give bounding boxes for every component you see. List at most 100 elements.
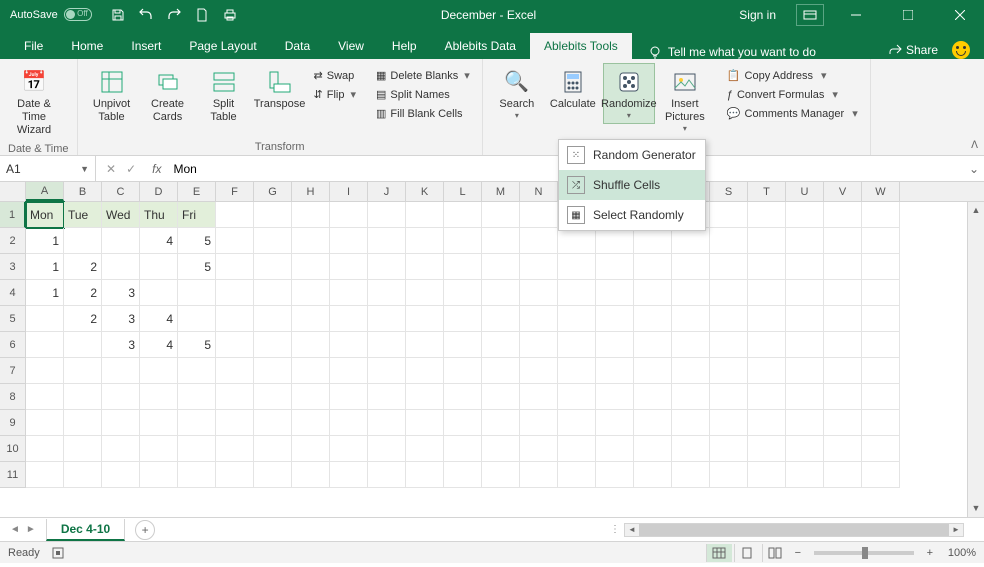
cell[interactable]	[254, 358, 292, 384]
cell[interactable]	[558, 306, 596, 332]
cell[interactable]	[292, 436, 330, 462]
cell[interactable]	[634, 254, 672, 280]
cell[interactable]	[482, 384, 520, 410]
tab-ablebits-tools[interactable]: Ablebits Tools	[530, 33, 632, 59]
cell[interactable]	[824, 202, 862, 228]
convert-formulas-button[interactable]: ƒConvert Formulas▾	[723, 86, 862, 103]
cell[interactable]	[140, 436, 178, 462]
cell[interactable]	[444, 358, 482, 384]
cell[interactable]	[368, 254, 406, 280]
cell[interactable]	[482, 306, 520, 332]
cell[interactable]	[330, 384, 368, 410]
cell[interactable]	[406, 462, 444, 488]
zoom-in-button[interactable]: +	[922, 547, 938, 559]
cell[interactable]	[330, 202, 368, 228]
cell[interactable]	[634, 384, 672, 410]
cell[interactable]	[634, 410, 672, 436]
cell[interactable]	[672, 462, 710, 488]
normal-view-icon[interactable]	[706, 544, 732, 562]
cell[interactable]	[862, 462, 900, 488]
cell[interactable]: 3	[102, 332, 140, 358]
cell[interactable]	[824, 306, 862, 332]
cell[interactable]	[824, 254, 862, 280]
cell[interactable]	[64, 462, 102, 488]
random-generator-item[interactable]: ⁙ Random Generator	[559, 140, 705, 170]
cell[interactable]	[254, 384, 292, 410]
shuffle-cells-item[interactable]: ⤮ Shuffle Cells	[559, 170, 705, 200]
cell[interactable]	[330, 280, 368, 306]
column-header[interactable]: H	[292, 182, 330, 201]
cell[interactable]: 2	[64, 306, 102, 332]
cell[interactable]	[672, 280, 710, 306]
cell[interactable]	[140, 358, 178, 384]
split-names-button[interactable]: ▤Split Names	[372, 86, 474, 103]
cell[interactable]: 5	[178, 254, 216, 280]
cell[interactable]: Tue	[64, 202, 102, 228]
cell[interactable]	[406, 358, 444, 384]
cell[interactable]	[368, 280, 406, 306]
macro-record-icon[interactable]	[52, 547, 64, 559]
cell[interactable]	[254, 202, 292, 228]
cell[interactable]	[140, 254, 178, 280]
cell[interactable]	[140, 410, 178, 436]
cell[interactable]	[216, 410, 254, 436]
swap-button[interactable]: ⇄Swap	[310, 67, 360, 84]
cell[interactable]	[634, 306, 672, 332]
cell[interactable]	[748, 332, 786, 358]
cell[interactable]	[634, 462, 672, 488]
cell[interactable]	[102, 410, 140, 436]
column-header[interactable]: L	[444, 182, 482, 201]
cell[interactable]	[368, 384, 406, 410]
tab-file[interactable]: File	[10, 33, 57, 59]
cell[interactable]	[216, 254, 254, 280]
cell[interactable]	[558, 228, 596, 254]
cell[interactable]	[140, 384, 178, 410]
cell[interactable]	[292, 462, 330, 488]
cell[interactable]	[406, 384, 444, 410]
cell[interactable]	[786, 384, 824, 410]
cell[interactable]	[672, 436, 710, 462]
cell[interactable]	[444, 228, 482, 254]
cell[interactable]	[672, 306, 710, 332]
cell[interactable]	[862, 202, 900, 228]
cell[interactable]	[102, 358, 140, 384]
cell[interactable]	[26, 384, 64, 410]
cell[interactable]	[558, 462, 596, 488]
cell[interactable]	[444, 332, 482, 358]
scroll-down-icon[interactable]: ▼	[968, 500, 984, 517]
cell[interactable]	[482, 332, 520, 358]
page-layout-view-icon[interactable]	[734, 544, 760, 562]
cell[interactable]	[634, 228, 672, 254]
cell[interactable]	[216, 462, 254, 488]
cell[interactable]	[178, 384, 216, 410]
cell[interactable]	[482, 228, 520, 254]
cell[interactable]	[330, 358, 368, 384]
vertical-scrollbar[interactable]: ▲ ▼	[967, 202, 984, 517]
cell[interactable]	[406, 254, 444, 280]
cell[interactable]	[748, 462, 786, 488]
cell[interactable]	[824, 384, 862, 410]
cell[interactable]	[824, 332, 862, 358]
cell[interactable]	[216, 280, 254, 306]
cell[interactable]: 3	[102, 280, 140, 306]
column-header[interactable]: T	[748, 182, 786, 201]
date-time-wizard-button[interactable]: 📅 Date & Time Wizard	[8, 63, 60, 141]
tab-home[interactable]: Home	[57, 33, 117, 59]
cell[interactable]	[482, 358, 520, 384]
cell[interactable]	[178, 358, 216, 384]
cell[interactable]	[748, 306, 786, 332]
flip-button[interactable]: ⇵Flip▾	[310, 86, 360, 103]
share-button[interactable]: Share	[888, 43, 938, 57]
cell[interactable]	[64, 410, 102, 436]
feedback-icon[interactable]	[952, 41, 970, 59]
cell[interactable]	[710, 436, 748, 462]
cell[interactable]	[216, 436, 254, 462]
accept-formula-icon[interactable]: ✓	[126, 162, 136, 176]
cell[interactable]	[862, 358, 900, 384]
cell[interactable]	[254, 436, 292, 462]
cell[interactable]	[862, 332, 900, 358]
sheet-nav-next-icon[interactable]: ►	[26, 524, 36, 535]
cell[interactable]	[520, 280, 558, 306]
cell[interactable]	[596, 410, 634, 436]
cell[interactable]	[254, 462, 292, 488]
